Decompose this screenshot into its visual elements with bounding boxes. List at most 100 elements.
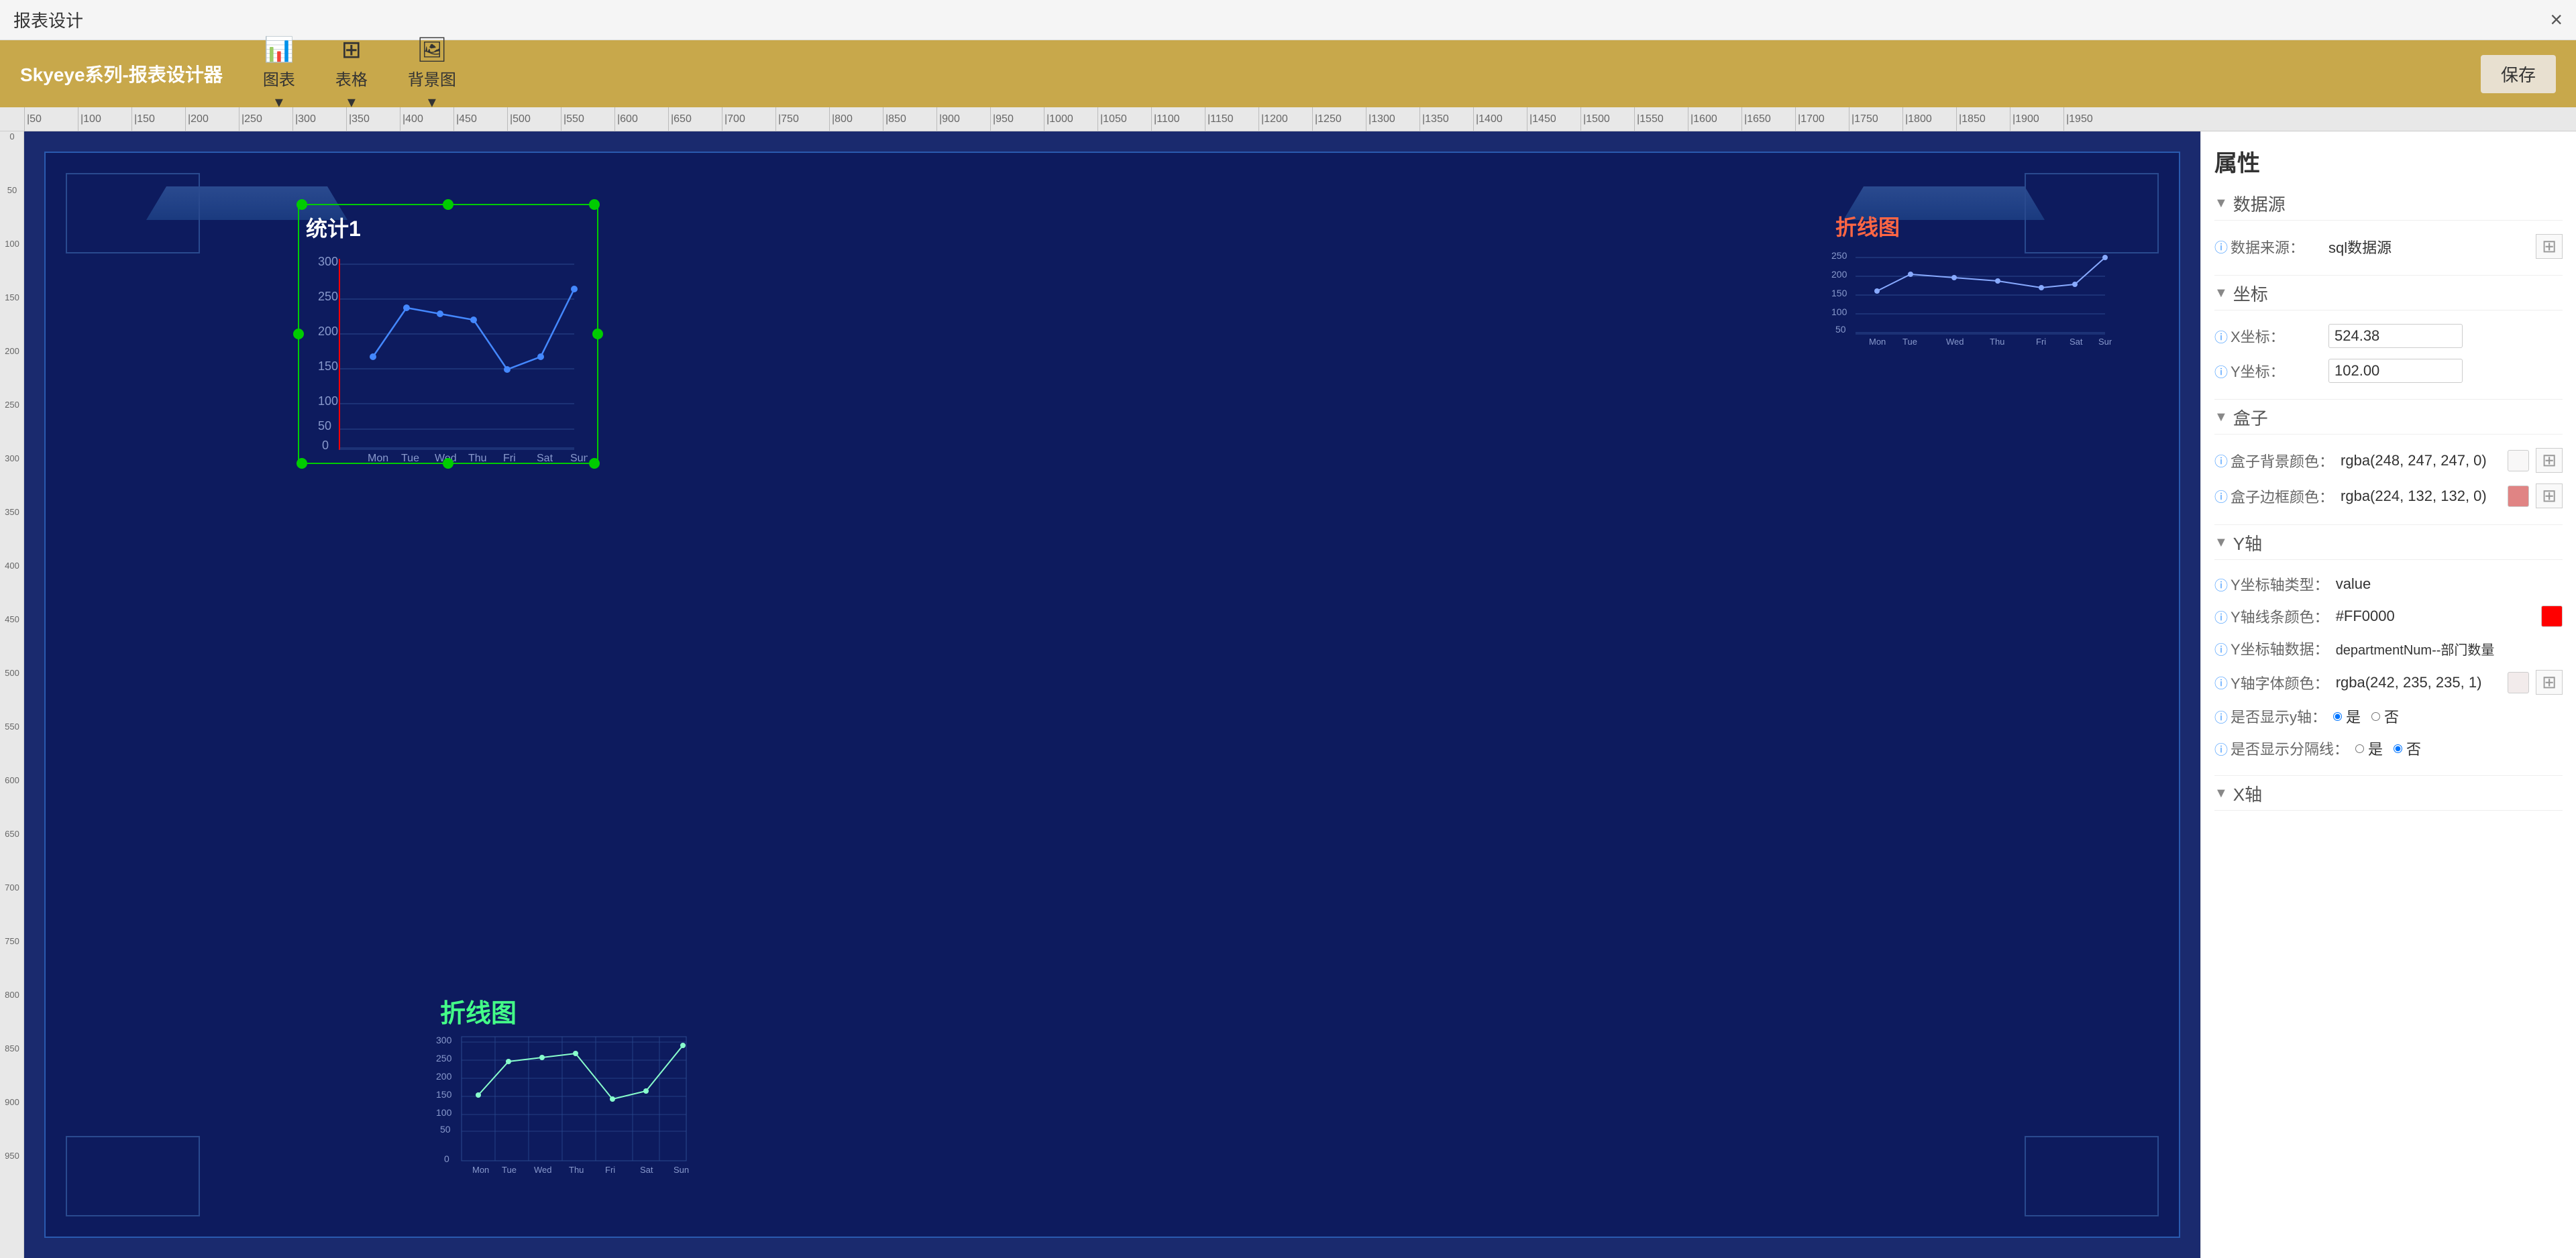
- ruler-mark: |200: [185, 107, 209, 131]
- v-ruler-mark: 700: [0, 882, 24, 893]
- svg-text:Fri: Fri: [2036, 337, 2046, 347]
- value-yaxis-fontcolor: rgba(242, 235, 235, 1): [2336, 674, 2502, 691]
- ruler-mark: |450: [453, 107, 477, 131]
- ruler-mark: |300: [292, 107, 316, 131]
- canvas-inner: 统计1 300 250 200 150 100 50 0: [44, 152, 2180, 1238]
- corner-tl: [66, 173, 200, 253]
- arrow-box: ▼: [2214, 410, 2228, 425]
- radio-show-divider-yes[interactable]: 是: [2355, 738, 2383, 759]
- section-yaxis-header[interactable]: ▼ Y轴: [2214, 530, 2563, 560]
- radio-show-divider-no[interactable]: 否: [2394, 738, 2421, 759]
- svg-text:Mon: Mon: [368, 453, 388, 464]
- row-yaxis-fontcolor: ⓘ Y轴字体颜色： rgba(242, 235, 235, 1) ⊞: [2214, 665, 2563, 700]
- value-yaxis-type: value: [2336, 575, 2563, 593]
- svg-text:50: 50: [318, 419, 331, 433]
- ruler-mark: |1550: [1634, 107, 1664, 131]
- row-yaxis-type: ⓘ Y坐标轴类型： value: [2214, 568, 2563, 600]
- colorbox-yaxis-line[interactable]: [2541, 606, 2563, 627]
- svg-text:Thu: Thu: [569, 1165, 584, 1175]
- v-ruler-mark: 950: [0, 1151, 24, 1161]
- svg-text:300: 300: [318, 255, 338, 268]
- row-yaxis-data: ⓘ Y坐标轴数据： departmentNum--部门数量: [2214, 632, 2563, 665]
- arrow-xaxis: ▼: [2214, 786, 2228, 801]
- table-button[interactable]: ⊞ 表格 ▾: [335, 36, 368, 112]
- section-coordinate: ▼ 坐标 ⓘ X坐标： ⓘ Y坐标：: [2214, 281, 2563, 388]
- arrow-datasource: ▼: [2214, 196, 2228, 211]
- svg-text:Sat: Sat: [537, 453, 553, 464]
- radio-show-yaxis-yes[interactable]: 是: [2333, 705, 2361, 727]
- canvas-area[interactable]: 统计1 300 250 200 150 100 50 0: [24, 131, 2200, 1258]
- v-ruler-mark: 250: [0, 400, 24, 410]
- svg-text:200: 200: [436, 1071, 452, 1082]
- chart2-container[interactable]: 折线图 250 200 150 100 50: [1830, 207, 2112, 341]
- expand-yaxis-font[interactable]: ⊞: [2536, 670, 2563, 695]
- label-box-bg: ⓘ 盒子背景颜色：: [2214, 450, 2334, 471]
- ruler-mark: |1500: [1580, 107, 1610, 131]
- v-ruler-mark: 100: [0, 239, 24, 249]
- section-box-label: 盒子: [2233, 405, 2268, 430]
- ruler-mark: |1350: [1419, 107, 1449, 131]
- label-datasource: ⓘ 数据来源：: [2214, 236, 2322, 258]
- svg-text:Mon: Mon: [472, 1165, 489, 1175]
- svg-text:0: 0: [322, 439, 329, 452]
- expand-box-bg[interactable]: ⊞: [2536, 448, 2563, 473]
- ruler-mark: |800: [829, 107, 853, 131]
- save-button[interactable]: 保存: [2481, 55, 2556, 93]
- ruler-mark: |1850: [1956, 107, 1986, 131]
- ruler-mark: |1300: [1366, 107, 1395, 131]
- section-xaxis-label: X轴: [2233, 781, 2262, 806]
- label-y: ⓘ Y坐标：: [2214, 360, 2322, 382]
- label-show-divider: ⓘ 是否显示分隔线：: [2214, 738, 2349, 759]
- ruler-mark: |1650: [1741, 107, 1771, 131]
- input-x[interactable]: [2328, 324, 2463, 348]
- svg-text:Mon: Mon: [1869, 337, 1886, 347]
- arrow-yaxis: ▼: [2214, 535, 2228, 551]
- ruler-mark: |1100: [1151, 107, 1180, 131]
- chart-label: 图表: [263, 66, 295, 90]
- svg-text:0: 0: [444, 1153, 449, 1164]
- section-box-header[interactable]: ▼ 盒子: [2214, 405, 2563, 435]
- svg-text:Fri: Fri: [605, 1165, 615, 1175]
- chart-button[interactable]: 📊 图表 ▾: [263, 36, 295, 112]
- svg-text:Thu: Thu: [468, 453, 487, 464]
- expand-datasource[interactable]: ⊞: [2536, 234, 2563, 259]
- value-box-bg: rgba(248, 247, 247, 0): [2341, 452, 2501, 469]
- section-xaxis: ▼ X轴: [2214, 781, 2563, 811]
- colorbox-box-bg[interactable]: [2508, 450, 2529, 471]
- chart2-svg: 250 200 150 100 50: [1830, 245, 2112, 349]
- bg-button[interactable]: 🖼 背景图 ▾: [408, 36, 456, 112]
- v-ruler-mark: 200: [0, 346, 24, 356]
- svg-text:Thu: Thu: [1990, 337, 2004, 347]
- chart1-container[interactable]: 统计1 300 250 200 150 100 50 0: [301, 207, 596, 461]
- section-coordinate-header[interactable]: ▼ 坐标: [2214, 281, 2563, 310]
- value-datasource: sql数据源: [2328, 236, 2529, 258]
- row-show-divider: ⓘ 是否显示分隔线： 是 否: [2214, 732, 2563, 764]
- value-box-border: rgba(224, 132, 132, 0): [2341, 488, 2501, 505]
- colorbox-yaxis-font[interactable]: [2508, 672, 2529, 693]
- radio-show-yaxis-no[interactable]: 否: [2371, 705, 2399, 727]
- ruler-mark: |850: [883, 107, 906, 131]
- v-ruler-mark: 550: [0, 722, 24, 732]
- toolbar: Skyeye系列-报表设计器 📊 图表 ▾ ⊞ 表格 ▾ 🖼 背景图 ▾ 保存: [0, 40, 2576, 107]
- svg-text:100: 100: [436, 1107, 452, 1118]
- v-ruler-mark: 400: [0, 561, 24, 571]
- section-xaxis-header[interactable]: ▼ X轴: [2214, 781, 2563, 811]
- svg-text:Sun: Sun: [570, 453, 588, 464]
- section-datasource-header[interactable]: ▼ 数据源: [2214, 191, 2563, 221]
- brand-label: Skyeye系列-报表设计器: [20, 60, 223, 87]
- v-ruler-mark: 450: [0, 614, 24, 624]
- ruler-mark: |650: [668, 107, 692, 131]
- input-y[interactable]: [2328, 359, 2463, 383]
- row-y: ⓘ Y坐标：: [2214, 353, 2563, 388]
- chart3-container[interactable]: 折线图 300 250 200 150 100 50 0: [435, 988, 690, 1169]
- bg-label: 背景图: [408, 66, 456, 90]
- v-ruler-mark: 500: [0, 668, 24, 678]
- svg-text:250: 250: [1831, 250, 1847, 261]
- expand-box-border[interactable]: ⊞: [2536, 483, 2563, 508]
- close-button[interactable]: ×: [2550, 7, 2563, 32]
- section-datasource: ▼ 数据源 ⓘ 数据来源： sql数据源 ⊞: [2214, 191, 2563, 264]
- colorbox-box-border[interactable]: [2508, 485, 2529, 507]
- row-box-border: ⓘ 盒子边框颜色： rgba(224, 132, 132, 0) ⊞: [2214, 478, 2563, 514]
- ruler-mark: |1600: [1688, 107, 1717, 131]
- properties-title: 属性: [2214, 145, 2563, 178]
